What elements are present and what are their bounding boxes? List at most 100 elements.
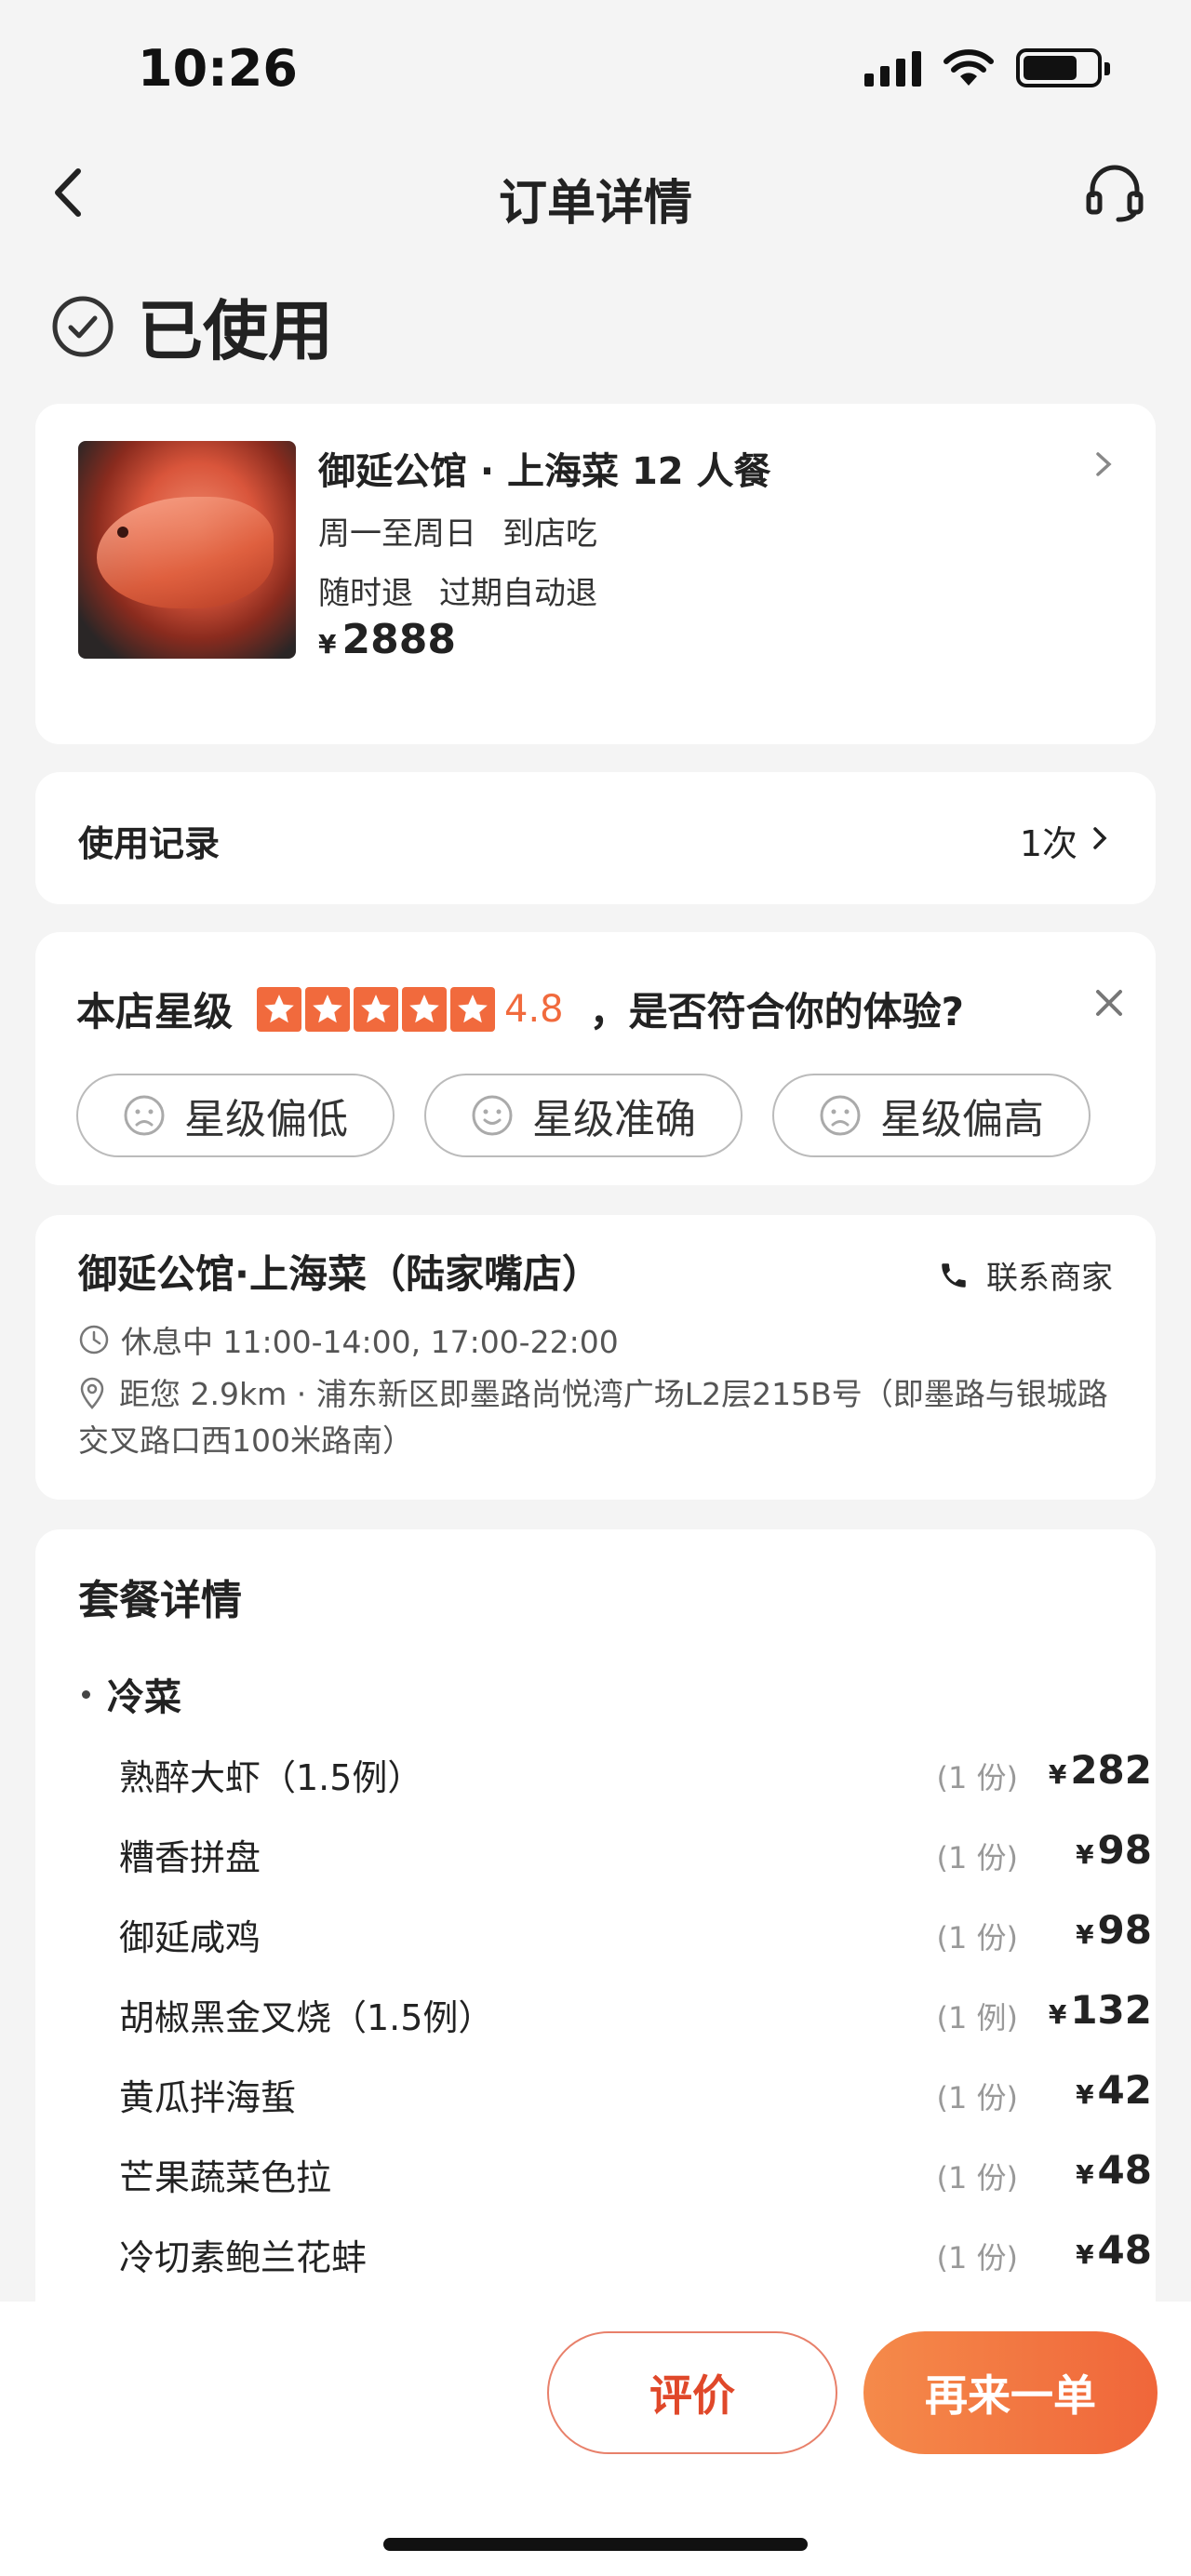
contact-merchant-button[interactable]: 联系商家: [938, 1252, 1113, 1298]
dish-price: ¥132: [1040, 1987, 1152, 2033]
dish-price: ¥48: [1040, 2227, 1152, 2273]
order-status: 已使用: [50, 279, 333, 373]
bullet-dot: [82, 1689, 90, 1699]
refund-expired: 过期自动退: [439, 575, 597, 612]
shop-info-card[interactable]: 御延公馆·上海菜（陆家嘴店） 联系商家 休息中 11:00-14:00, 17:…: [35, 1215, 1156, 1500]
location-pin-icon: [80, 1377, 104, 1409]
shop-address-text: 距您 2.9km · 浦东新区即墨路尚悦湾广场L2层215B号（即墨路与银城路交…: [78, 1376, 1108, 1459]
list-item: 御延咸鸡 (1 份) ¥98: [119, 1903, 1152, 1959]
dish-name: 糟香拼盘: [119, 1837, 261, 1878]
dish-price-amount: 48: [1097, 2227, 1152, 2273]
product-image: [78, 441, 296, 659]
wifi-icon: [943, 49, 994, 86]
sad-face-icon: [124, 1095, 165, 1136]
refund-anytime: 随时退: [318, 575, 413, 612]
dish-quantity: (1 份): [936, 1920, 1018, 1955]
rating-feedback-card: 本店星级 4.8 ，是否符合你的体验? 星级偏低 星级准确 星级偏高: [35, 932, 1156, 1185]
usage-record-label: 使用记录: [78, 823, 221, 864]
status-time: 10:26: [138, 39, 298, 98]
dish-price-amount: 132: [1070, 1987, 1152, 2033]
reorder-button[interactable]: 再来一单: [863, 2331, 1158, 2454]
dish-price: ¥282: [1040, 1747, 1152, 1793]
shop-address: 距您 2.9km · 浦东新区即墨路尚悦湾广场L2层215B号（即墨路与银城路交…: [78, 1371, 1130, 1464]
chevron-right-icon[interactable]: [1091, 448, 1117, 480]
status-bar: 10:26: [0, 0, 1191, 140]
product-days: 周一至周日: [318, 515, 476, 553]
close-icon[interactable]: [1091, 984, 1128, 1021]
rating-too-high-button[interactable]: 星级偏高: [772, 1074, 1091, 1157]
currency-symbol: ¥: [1076, 2079, 1094, 2110]
dish-price-amount: 42: [1097, 2067, 1152, 2113]
status-icons: [864, 48, 1110, 87]
list-item: 冷切素鲍兰花蚌 (1 份) ¥48: [119, 2223, 1152, 2279]
dish-price-amount: 282: [1070, 1747, 1152, 1793]
cellular-signal-icon: [864, 49, 921, 87]
dish-price-amount: 98: [1097, 1907, 1152, 1953]
currency-symbol: ¥: [1076, 2239, 1094, 2270]
nav-bar: 订单详情: [0, 140, 1191, 242]
rating-value: 4.8: [504, 987, 564, 1031]
page-title: 订单详情: [498, 176, 692, 232]
currency-symbol: ¥: [1048, 1759, 1067, 1790]
battery-icon: [1016, 48, 1110, 87]
star-icon: [354, 986, 399, 1032]
shop-name: 御延公馆·上海菜（陆家嘴店）: [78, 1251, 601, 1297]
review-button[interactable]: 评价: [547, 2331, 837, 2454]
rating-option-label: 星级偏高: [880, 1096, 1044, 1143]
dish-name: 熟醉大虾（1.5例）: [119, 1757, 423, 1798]
usage-record-row[interactable]: 使用记录 1次: [35, 772, 1156, 904]
star-icon: [305, 986, 351, 1032]
rating-question: ，是否符合你的体验?: [589, 989, 965, 1034]
product-usage-info: 周一至周日 到店吃: [318, 508, 597, 554]
currency-symbol: ¥: [1048, 1999, 1067, 2030]
customer-service-headset-icon[interactable]: [1081, 160, 1148, 225]
sad-face-icon: [820, 1095, 861, 1136]
dish-name: 冷切素鲍兰花蚌: [119, 2237, 368, 2278]
product-title: 御延公馆 · 上海菜 12 人餐: [318, 450, 771, 493]
rating-label: 本店星级: [76, 989, 234, 1034]
shop-hours-text: 休息中 11:00-14:00, 17:00-22:00: [121, 1324, 619, 1360]
list-item: 糟香拼盘 (1 份) ¥98: [119, 1823, 1152, 1879]
star-icon: [450, 986, 496, 1032]
currency-symbol: ¥: [1076, 1839, 1094, 1870]
dish-name: 芒果蔬菜色拉: [119, 2157, 332, 2198]
currency-symbol: ¥: [1076, 1919, 1094, 1950]
rating-option-label: 星级准确: [532, 1096, 696, 1143]
dish-name: 胡椒黑金叉烧（1.5例）: [119, 1997, 494, 2038]
package-title: 套餐详情: [78, 1577, 242, 1624]
home-indicator[interactable]: [383, 2538, 808, 2551]
dish-price: ¥98: [1040, 1827, 1152, 1873]
product-price: ¥2888: [318, 616, 456, 663]
rating-row: 本店星级 4.8 ，是否符合你的体验?: [76, 981, 964, 1037]
package-section-header: 冷菜: [82, 1667, 181, 1721]
shop-hours: 休息中 11:00-14:00, 17:00-22:00: [78, 1317, 619, 1362]
clock-icon: [79, 1325, 109, 1355]
chevron-right-icon[interactable]: [1089, 824, 1111, 852]
price-amount: 2888: [341, 616, 456, 663]
smile-face-icon: [472, 1095, 513, 1136]
currency-symbol: ¥: [318, 629, 337, 660]
dish-name: 黄瓜拌海蜇: [119, 2077, 297, 2118]
dish-name: 御延咸鸡: [119, 1917, 261, 1958]
bottom-action-bar: 评价 再来一单: [0, 2302, 1191, 2576]
dish-price: ¥98: [1040, 1907, 1152, 1953]
star-icon: [402, 986, 448, 1032]
dish-quantity: (1 份): [936, 2160, 1018, 2196]
dish-quantity: (1 份): [936, 2080, 1018, 2116]
rating-too-low-button[interactable]: 星级偏低: [76, 1074, 395, 1157]
rating-option-label: 星级偏低: [184, 1096, 348, 1143]
product-card[interactable]: 御延公馆 · 上海菜 12 人餐 周一至周日 到店吃 随时退 过期自动退 ¥2888: [35, 404, 1156, 744]
rating-options: 星级偏低 星级准确 星级偏高: [76, 1074, 1091, 1157]
dish-quantity: (1 份): [936, 1760, 1018, 1795]
product-refund-info: 随时退 过期自动退: [318, 567, 597, 613]
dish-quantity: (1 例): [936, 2000, 1018, 2035]
order-status-label: 已使用: [138, 293, 333, 369]
dish-price: ¥42: [1040, 2067, 1152, 2113]
dish-quantity: (1 份): [936, 1840, 1018, 1875]
usage-count: 1次: [1019, 823, 1077, 864]
rating-accurate-button[interactable]: 星级准确: [424, 1074, 743, 1157]
contact-merchant-label: 联系商家: [986, 1260, 1113, 1297]
list-item: 黄瓜拌海蜇 (1 份) ¥42: [119, 2063, 1152, 2119]
list-item: 熟醉大虾（1.5例） (1 份) ¥282: [119, 1743, 1152, 1799]
star-rating: [257, 986, 496, 1032]
